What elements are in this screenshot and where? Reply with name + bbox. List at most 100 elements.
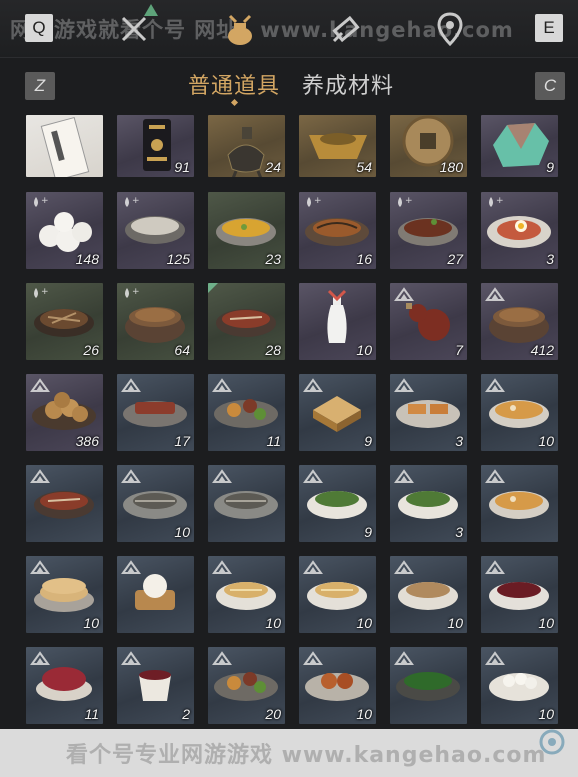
- inventory-slot[interactable]: 10: [26, 556, 103, 633]
- tier-triangle-icon: [303, 560, 323, 574]
- inventory-slot[interactable]: 23: [208, 192, 285, 269]
- inventory-slot[interactable]: 7: [390, 283, 467, 360]
- brand-logo: [532, 729, 572, 758]
- item-count: 11: [266, 433, 281, 449]
- tab-cultivation-materials[interactable]: 养成材料: [302, 68, 394, 100]
- inventory-slot[interactable]: [26, 465, 103, 542]
- tier-triangle-icon: [485, 378, 505, 392]
- item-count: 54: [356, 159, 372, 175]
- item-count: 11: [84, 706, 99, 722]
- inventory-slot[interactable]: 24: [208, 115, 285, 177]
- water-plus-icon: +: [307, 196, 322, 207]
- item-count: 2: [182, 706, 190, 722]
- inventory-slot[interactable]: +125: [117, 192, 194, 269]
- item-count: 3: [546, 251, 554, 267]
- inventory-slot[interactable]: 9: [299, 465, 376, 542]
- item-count: 9: [546, 159, 554, 175]
- item-count: 10: [174, 524, 190, 540]
- inventory-slot[interactable]: 180: [390, 115, 467, 177]
- inventory-slot[interactable]: 10: [481, 374, 558, 451]
- c-key-hint[interactable]: C: [535, 72, 565, 100]
- inventory-slot[interactable]: 3: [390, 465, 467, 542]
- inventory-slot[interactable]: [481, 465, 558, 542]
- item-count: 10: [265, 615, 281, 631]
- banner-text: 看个号专业网游游戏 www.kangehao.com: [66, 743, 547, 768]
- item-count: 26: [83, 342, 99, 358]
- tier-triangle-icon: [303, 651, 323, 665]
- tab-common-items[interactable]: 普通道具: [188, 68, 280, 100]
- inventory-slot[interactable]: 412: [481, 283, 558, 360]
- scroll-icon[interactable]: [328, 11, 364, 47]
- inventory-slot[interactable]: [117, 556, 194, 633]
- item-count: 10: [538, 706, 554, 722]
- item-count: 10: [83, 615, 99, 631]
- z-key-hint[interactable]: Z: [25, 72, 55, 100]
- item-count: 28: [265, 342, 281, 358]
- inventory-slot[interactable]: 9: [299, 374, 376, 451]
- inventory-slot[interactable]: 10: [481, 556, 558, 633]
- item-count: 10: [356, 706, 372, 722]
- inventory-slot[interactable]: +64: [117, 283, 194, 360]
- tier-triangle-icon: [394, 560, 414, 574]
- q-key-hint[interactable]: Q: [25, 14, 53, 42]
- inventory-slot[interactable]: +16: [299, 192, 376, 269]
- new-item-marker: [208, 283, 218, 293]
- active-tab-indicator: [230, 98, 239, 107]
- inventory-slot[interactable]: 10: [208, 556, 285, 633]
- item-count: 10: [447, 615, 463, 631]
- tier-triangle-icon: [121, 560, 141, 574]
- inventory-slot[interactable]: [390, 647, 467, 724]
- item-count: 23: [265, 251, 281, 267]
- tier-triangle-icon: [121, 651, 141, 665]
- inventory-slot[interactable]: 28: [208, 283, 285, 360]
- inventory-slot[interactable]: +27: [390, 192, 467, 269]
- item-count: 386: [75, 433, 99, 449]
- inventory-slot[interactable]: 9: [481, 115, 558, 177]
- top-bar: 网游游戏就看个号 网址：www.kangehao.com Q E: [0, 0, 578, 58]
- item-count: 64: [174, 342, 190, 358]
- svg-text:+: +: [41, 196, 49, 206]
- inventory-slot[interactable]: 20: [208, 647, 285, 724]
- item-count: 125: [166, 251, 190, 267]
- inventory-slot[interactable]: 10: [299, 647, 376, 724]
- pouch-icon[interactable]: [222, 11, 258, 47]
- inventory-slot[interactable]: +148: [26, 192, 103, 269]
- water-plus-icon: +: [34, 196, 49, 207]
- svg-text:+: +: [314, 196, 322, 206]
- bottom-banner: 看个号专业网游游戏 www.kangehao.com: [0, 729, 578, 777]
- inventory-slot[interactable]: 10: [390, 556, 467, 633]
- tier-triangle-icon: [394, 651, 414, 665]
- inventory-slot[interactable]: 386: [26, 374, 103, 451]
- inventory-slot[interactable]: 10: [481, 647, 558, 724]
- tier-triangle-icon: [485, 651, 505, 665]
- item-count: 91: [174, 159, 190, 175]
- inventory-slot[interactable]: 3: [390, 374, 467, 451]
- inventory-slot[interactable]: 2: [117, 647, 194, 724]
- tier-triangle-icon: [485, 469, 505, 483]
- new-indicator-icon: [144, 4, 158, 16]
- e-key-hint[interactable]: E: [535, 14, 563, 42]
- tier-triangle-icon: [394, 287, 414, 301]
- inventory-slot[interactable]: 54: [299, 115, 376, 177]
- crossed-swords-icon[interactable]: [116, 11, 152, 47]
- inventory-slot[interactable]: [208, 465, 285, 542]
- inventory-slot[interactable]: +26: [26, 283, 103, 360]
- inventory-slot[interactable]: 10: [117, 465, 194, 542]
- tier-triangle-icon: [121, 378, 141, 392]
- tier-triangle-icon: [303, 378, 323, 392]
- inventory-slot[interactable]: [26, 115, 103, 177]
- tier-triangle-icon: [30, 378, 50, 392]
- inventory-slot[interactable]: 17: [117, 374, 194, 451]
- inventory-slot[interactable]: 11: [26, 647, 103, 724]
- item-count: 16: [356, 251, 372, 267]
- inventory-slot[interactable]: 10: [299, 556, 376, 633]
- inventory-slot[interactable]: 91: [117, 115, 194, 177]
- item-count: 27: [447, 251, 463, 267]
- inventory-slot[interactable]: 10: [299, 283, 376, 360]
- item-count: 10: [356, 342, 372, 358]
- inventory-slot[interactable]: +3: [481, 192, 558, 269]
- item-count: 9: [364, 433, 372, 449]
- tier-triangle-icon: [212, 651, 232, 665]
- inventory-slot[interactable]: 11: [208, 374, 285, 451]
- map-pin-icon[interactable]: [432, 11, 468, 47]
